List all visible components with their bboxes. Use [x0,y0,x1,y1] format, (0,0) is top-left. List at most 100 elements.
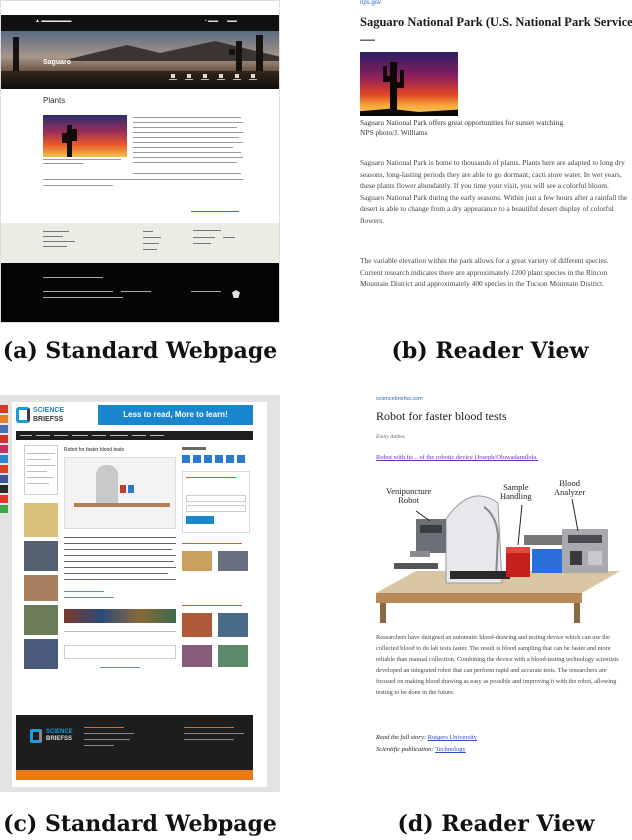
briefs-thumbnail[interactable] [218,613,248,637]
share-button[interactable] [182,455,190,463]
nav-item[interactable] [72,435,88,436]
share-button[interactable] [215,455,223,463]
image-caption-line [43,163,83,164]
sidebar-thumbnail[interactable] [24,575,58,601]
nps-nav-item[interactable] [217,74,225,83]
footer-link[interactable] [143,231,153,232]
share-button[interactable] [193,455,201,463]
sb-comment-box[interactable] [64,645,176,659]
briefs-thumbnail[interactable] [182,613,212,637]
footer-link[interactable] [143,237,161,238]
nps-nav-item[interactable] [169,74,177,83]
nps-park-title: Saguaro [43,59,72,66]
nav-item[interactable] [54,435,68,436]
sidebar-link[interactable] [27,483,49,484]
nps-search-link[interactable]: ▪ ▬▬ [205,18,218,24]
nps-section-heading: Plants [43,96,66,105]
sb-share-sidebar [0,405,8,515]
footer-link[interactable] [143,249,157,250]
sidebar-thumbnail[interactable] [24,503,58,537]
nps-contact-footer [1,223,279,263]
sb-read-link[interactable] [64,597,114,598]
caption-b: (b) Reader View [391,338,589,364]
share-icon[interactable] [0,405,8,413]
share-icon[interactable] [0,435,8,443]
sidebar-thumbnail[interactable] [24,639,58,669]
sb-logo[interactable]: SCIENCE BRIEFSS [16,405,66,427]
figure-sample-blue [128,485,134,493]
sidebar-link[interactable] [27,465,55,466]
caption-a: (a) Standard Webpage [2,338,278,364]
nav-item[interactable] [92,435,106,436]
sb-related-strip[interactable] [64,609,176,623]
subscribe-button[interactable] [186,516,214,524]
subscribe-email-input[interactable] [186,495,246,502]
share-icon[interactable] [0,425,8,433]
share-button[interactable] [226,455,234,463]
share-button[interactable] [237,455,245,463]
nav-item[interactable] [110,435,128,436]
footer-social-heading [193,230,221,231]
briefs-thumbnail[interactable] [182,645,212,667]
nps-nav-item[interactable] [233,74,241,83]
sb-logo-text: BRIEFSS [33,416,64,423]
footer-link[interactable] [143,243,159,244]
briefs-thumbnail[interactable] [218,645,248,667]
nps-nav-item[interactable] [201,74,209,83]
spotlight-thumbnail[interactable] [182,551,212,571]
sidebar-link[interactable] [27,471,47,472]
journal-link[interactable]: Technology [435,746,466,753]
source-link[interactable]: Rutgers University [428,734,477,741]
sb-footer-logo[interactable]: SCIENCE BRIEFSS [46,729,73,743]
sb-load-comments[interactable] [100,667,140,668]
nps-logo[interactable]: ▲ ▬▬▬▬▬▬ [35,18,71,24]
figure-sample-red [120,485,126,493]
share-icon[interactable] [0,485,8,493]
reader-site-link[interactable]: sciencebriefss.com [376,396,423,402]
text-line [133,173,241,174]
nps-nav-item[interactable] [185,74,193,83]
subscribe-heading [186,477,236,478]
footer-social-link[interactable] [193,237,215,238]
footer-link[interactable] [43,291,113,292]
sidebar-thumbnail[interactable] [24,605,58,635]
share-icon[interactable] [0,445,8,453]
footer-logo-text: BRIEFSS [46,736,73,742]
share-icon[interactable] [0,505,8,513]
subscribe-name-input[interactable] [186,505,246,512]
share-icon[interactable] [0,455,8,463]
share-icon[interactable] [0,465,8,473]
reader-paragraph: Saguaro National Park is home to thousan… [360,158,628,225]
sidebar-link[interactable] [27,459,51,460]
nav-item[interactable] [20,435,32,436]
sciencebriefss-standard-webpage: SCIENCE BRIEFSS Less to read, More to le… [0,395,280,792]
sb-nav-bar [16,431,253,440]
nps-more-link[interactable] [191,211,239,212]
reader-site-link[interactable]: nps.gov [360,0,381,6]
nav-item[interactable] [36,435,50,436]
sidebar-link[interactable] [27,477,53,478]
share-icon[interactable] [0,415,8,423]
figure-label-venipuncture: Venipuncture Robot [386,487,431,505]
figure-label-text: Blood Analyzer [554,478,586,497]
footer-social-link[interactable] [223,237,235,238]
footer-text [84,733,134,734]
footer-link[interactable] [43,297,123,298]
nps-nav-item[interactable] [249,74,257,83]
sidebar-thumbnail[interactable] [24,541,58,571]
nav-item[interactable] [132,435,146,436]
nps-menu-link[interactable]: ▬▬ [227,18,237,24]
share-icon[interactable] [0,475,8,483]
share-icon[interactable] [0,495,8,503]
text-line [133,152,241,153]
reader-figure-link[interactable]: Robot with its .. of the robotic device … [376,454,538,461]
sb-banner[interactable]: Less to read, More to learn! [98,405,253,425]
sb-read-link[interactable] [64,591,104,592]
footer-social-link[interactable] [193,243,211,244]
sidebar-link[interactable] [27,453,55,454]
nav-item[interactable] [150,435,164,436]
footer-link[interactable] [121,291,151,292]
share-button[interactable] [204,455,212,463]
reader-sunset-image [360,52,458,116]
spotlight-thumbnail[interactable] [218,551,248,571]
